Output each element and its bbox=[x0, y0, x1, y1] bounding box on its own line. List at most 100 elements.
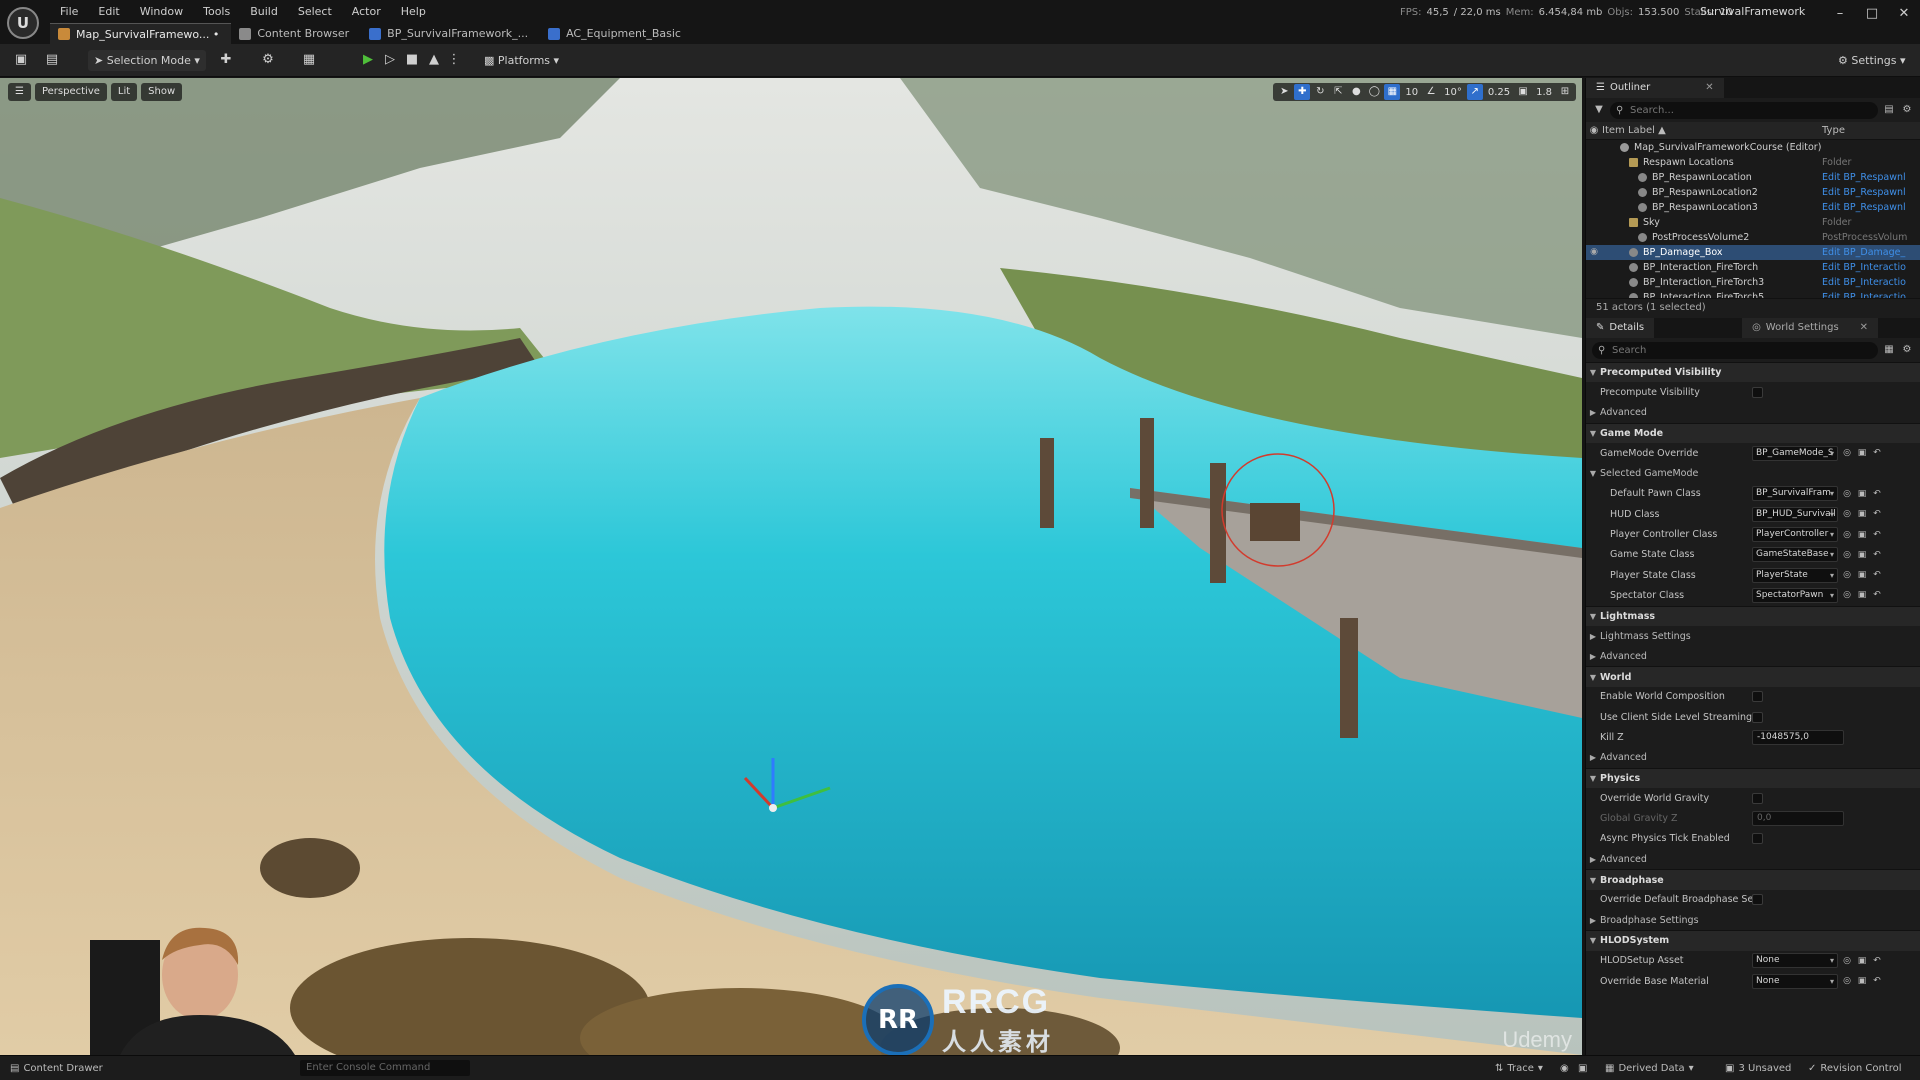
browse-icon[interactable]: ◎ bbox=[1841, 508, 1853, 520]
details-subcategory[interactable]: ▶ Advanced bbox=[1586, 646, 1920, 666]
lit-button[interactable]: Lit bbox=[110, 83, 138, 101]
details-search-input[interactable]: ⚲ Search bbox=[1592, 341, 1878, 359]
outliner-row[interactable]: BP_RespawnLocation Edit BP_Respawnl bbox=[1586, 170, 1920, 185]
outliner-row[interactable]: PostProcessVolume2 PostProcessVolum bbox=[1586, 230, 1920, 245]
translate-tool-icon[interactable]: ✚ bbox=[1294, 84, 1311, 100]
reset-icon[interactable]: ↶ bbox=[1871, 488, 1883, 500]
outliner-row[interactable]: Respawn Locations Folder bbox=[1586, 155, 1920, 170]
rotate-tool-icon[interactable]: ↻ bbox=[1312, 84, 1328, 100]
chevron-down-icon[interactable]: ▼ bbox=[1586, 936, 1600, 945]
asset-combo[interactable]: None ▾ bbox=[1752, 973, 1838, 989]
outliner-row-type[interactable]: Edit BP_Interactio bbox=[1822, 275, 1920, 290]
scale-snap-icon[interactable]: ↗ bbox=[1466, 84, 1483, 100]
use-selected-icon[interactable]: ▣ bbox=[1856, 975, 1868, 987]
details-settings-icon[interactable]: ⚙ bbox=[1900, 343, 1914, 357]
asset-combo[interactable]: None ▾ bbox=[1752, 953, 1838, 969]
menu-help[interactable]: Help bbox=[391, 3, 436, 21]
outliner-row[interactable]: Map_SurvivalFrameworkCourse (Editor) bbox=[1586, 140, 1920, 155]
world-space-icon[interactable]: ● bbox=[1348, 84, 1364, 100]
visibility-eye-icon[interactable] bbox=[1586, 155, 1602, 170]
outliner-row[interactable]: BP_Interaction_FireTorch3 Edit BP_Interac… bbox=[1586, 275, 1920, 290]
reset-icon[interactable]: ↶ bbox=[1871, 569, 1883, 581]
chevron-right-icon[interactable]: ▶ bbox=[1586, 753, 1600, 762]
details-subcategory[interactable]: ▶ Lightmass Settings bbox=[1586, 626, 1920, 646]
minimize-icon[interactable]: – bbox=[1824, 0, 1856, 28]
reset-icon[interactable]: ↶ bbox=[1871, 529, 1883, 541]
document-tab[interactable]: AC_Equipment_Basic bbox=[540, 23, 693, 44]
col-type[interactable]: Type bbox=[1822, 125, 1845, 136]
asset-combo[interactable]: BP_GameMode_S ▾ bbox=[1752, 445, 1838, 461]
visibility-eye-icon[interactable] bbox=[1586, 275, 1602, 290]
use-selected-icon[interactable]: ▣ bbox=[1856, 549, 1868, 561]
viewport-layout-icon[interactable]: ⊞ bbox=[1557, 84, 1573, 100]
select-tool-icon[interactable]: ➤ bbox=[1276, 84, 1292, 100]
more-options-icon[interactable]: ⋮ bbox=[446, 52, 462, 68]
visibility-eye-icon[interactable] bbox=[1586, 140, 1602, 155]
outliner-row-type[interactable]: Edit BP_Damage_ bbox=[1822, 245, 1920, 260]
details-category[interactable]: ▼ Precomputed Visibility bbox=[1586, 362, 1920, 383]
document-tab[interactable]: BP_SurvivalFramework_... bbox=[361, 23, 540, 44]
chevron-down-icon[interactable]: ▼ bbox=[1586, 876, 1600, 885]
reset-icon[interactable]: ↶ bbox=[1871, 955, 1883, 967]
use-selected-icon[interactable]: ▣ bbox=[1856, 569, 1868, 581]
step-icon[interactable]: ▷ bbox=[382, 52, 398, 68]
scale-tool-icon[interactable]: ⇱ bbox=[1330, 84, 1346, 100]
content-drawer-button[interactable]: ▤ Content Drawer bbox=[10, 1056, 103, 1080]
outliner-row[interactable]: BP_RespawnLocation2 Edit BP_Respawnl bbox=[1586, 185, 1920, 200]
outliner-row[interactable]: BP_Interaction_FireTorch5 Edit BP_Interac… bbox=[1586, 290, 1920, 298]
details-category[interactable]: ▼ Physics bbox=[1586, 767, 1920, 789]
platforms-button[interactable]: ▩ Platforms ▾ bbox=[478, 50, 565, 71]
outliner-row[interactable]: BP_Interaction_FireTorch Edit BP_Interact… bbox=[1586, 260, 1920, 275]
browse-icon[interactable]: ◎ bbox=[1841, 975, 1853, 987]
chevron-down-icon[interactable]: ▼ bbox=[1586, 469, 1600, 478]
outliner-row-type[interactable]: Edit BP_Respawnl bbox=[1822, 170, 1920, 185]
reset-icon[interactable]: ↶ bbox=[1871, 589, 1883, 601]
maximize-icon[interactable]: □ bbox=[1856, 0, 1888, 28]
reset-icon[interactable]: ↶ bbox=[1871, 549, 1883, 561]
outliner-row-type[interactable]: Edit BP_Respawnl bbox=[1822, 200, 1920, 215]
level-viewport[interactable]: ☰ Perspective Lit Show ➤ ✚ ↻ ⇱ ● ◯ ▦ 10 … bbox=[0, 78, 1582, 1055]
asset-combo[interactable]: BP_SurvivalFram ▾ bbox=[1752, 486, 1838, 502]
chevron-right-icon[interactable]: ▶ bbox=[1586, 855, 1600, 864]
checkbox[interactable] bbox=[1752, 691, 1763, 703]
visibility-eye-icon[interactable] bbox=[1586, 215, 1602, 230]
close-icon[interactable]: ✕ bbox=[1888, 0, 1920, 28]
cinematics-icon[interactable]: ▦ bbox=[301, 52, 317, 68]
add-folder-icon[interactable]: ▤ bbox=[1882, 103, 1896, 117]
details-category[interactable]: ▼ Game Mode bbox=[1586, 422, 1920, 444]
checkbox[interactable] bbox=[1752, 894, 1763, 906]
outliner-row-type[interactable]: Edit BP_Interactio bbox=[1822, 260, 1920, 275]
scale-snap-value[interactable]: 0.25 bbox=[1485, 87, 1513, 98]
document-tab[interactable]: Content Browser bbox=[231, 23, 361, 44]
browse-icon[interactable]: ◎ bbox=[1841, 569, 1853, 581]
close-icon[interactable]: ✕ bbox=[1860, 318, 1868, 338]
chevron-down-icon[interactable]: ▼ bbox=[1586, 368, 1600, 377]
checkbox[interactable] bbox=[1752, 386, 1763, 398]
camera-speed-icon[interactable]: ▣ bbox=[1515, 84, 1531, 100]
filter-icon[interactable]: ▼ bbox=[1592, 103, 1606, 117]
document-tab[interactable]: Map_SurvivalFramewo... • bbox=[50, 23, 232, 44]
asset-combo[interactable]: PlayerController ▾ bbox=[1752, 527, 1838, 543]
browse-icon[interactable]: ◎ bbox=[1841, 955, 1853, 967]
world-settings-tab[interactable]: ◎ World Settings ✕ bbox=[1742, 318, 1879, 338]
chevron-right-icon[interactable]: ▶ bbox=[1586, 652, 1600, 661]
numeric-input[interactable]: -1048575,0 bbox=[1752, 729, 1844, 745]
visibility-eye-icon[interactable] bbox=[1586, 185, 1602, 200]
rotation-snap-value[interactable]: 10° bbox=[1441, 87, 1465, 98]
details-subcategory[interactable]: ▶ Broadphase Settings bbox=[1586, 910, 1920, 930]
details-category[interactable]: ▼ Broadphase bbox=[1586, 869, 1920, 890]
details-tab[interactable]: ✎ Details bbox=[1586, 318, 1655, 338]
browse-icon[interactable]: ◎ bbox=[1841, 529, 1853, 541]
details-subcategory[interactable]: ▶ Advanced bbox=[1586, 748, 1920, 768]
browse-icon[interactable]: ◎ bbox=[1841, 488, 1853, 500]
use-selected-icon[interactable]: ▣ bbox=[1856, 955, 1868, 967]
details-subcategory[interactable]: ▶ Advanced bbox=[1586, 403, 1920, 423]
visibility-eye-icon[interactable] bbox=[1586, 230, 1602, 245]
browse-icon[interactable]: ◎ bbox=[1841, 447, 1853, 459]
derived-data-button[interactable]: ▦ Derived Data ▾ bbox=[1605, 1056, 1694, 1080]
chevron-down-icon[interactable]: ▼ bbox=[1586, 673, 1600, 682]
use-selected-icon[interactable]: ▣ bbox=[1856, 589, 1868, 601]
grid-snap-value[interactable]: 10 bbox=[1402, 87, 1421, 98]
content-icon[interactable]: ▤ bbox=[44, 52, 60, 68]
visibility-eye-icon[interactable] bbox=[1586, 290, 1602, 298]
